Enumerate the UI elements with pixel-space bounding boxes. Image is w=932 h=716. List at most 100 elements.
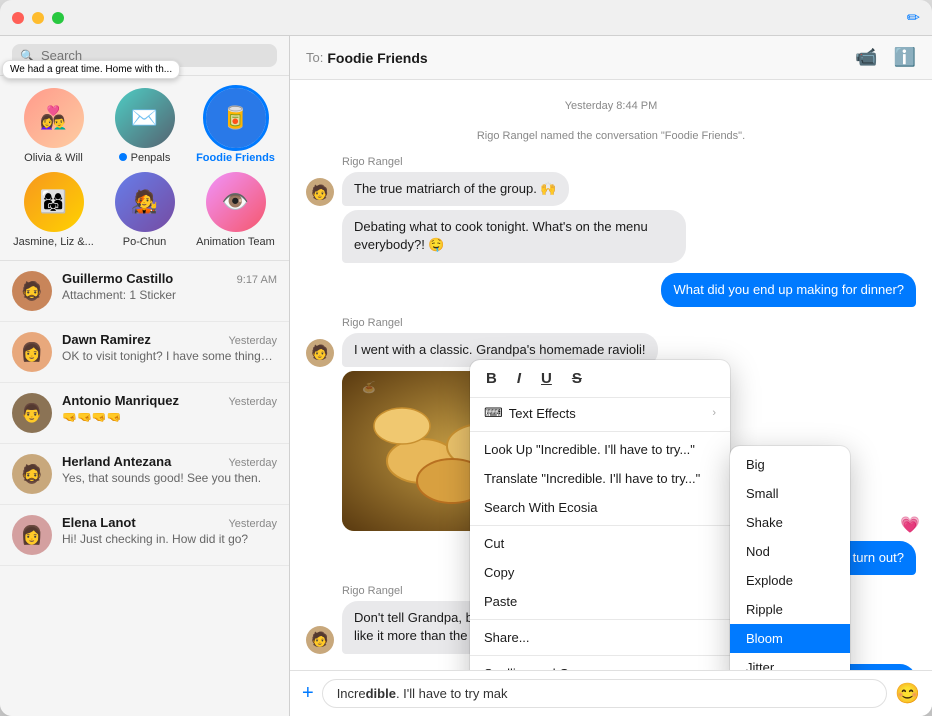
share-label: Share...	[484, 630, 530, 645]
menu-item-search-ecosia[interactable]: Search With Ecosia	[470, 493, 730, 522]
submenu-item-nod[interactable]: Nod	[730, 537, 850, 566]
conv-time-guillermo: 9:17 AM	[237, 274, 277, 286]
chat-input-area: + Incredible. I'll have to try mak 😊	[290, 670, 932, 716]
sidebar: 🔍 We had a great time. Home with th... 👩…	[0, 36, 290, 716]
conv-header-guillermo: Guillermo Castillo 9:17 AM	[62, 271, 277, 286]
conv-name-dawn: Dawn Ramirez	[62, 332, 151, 347]
menu-item-translate[interactable]: Translate "Incredible. I'll have to try.…	[470, 464, 730, 493]
conv-item-guillermo[interactable]: 🧔 Guillermo Castillo 9:17 AM Attachment:…	[0, 261, 289, 322]
format-italic-button[interactable]: I	[513, 368, 525, 389]
menu-item-text-effects[interactable]: ⌨ Text Effects ›	[470, 398, 730, 428]
avatar-herland: 🧔	[12, 454, 52, 494]
sender-name-2: Rigo Rangel	[342, 317, 916, 329]
menu-item-look-up[interactable]: Look Up "Incredible. I'll have to try...…	[470, 435, 730, 464]
context-menu-format-bar: B I U S	[470, 360, 730, 398]
text-effects-submenu: Big Small Shake Nod Explode Ripple Bloom…	[730, 446, 850, 670]
text-effects-label: Text Effects	[509, 406, 576, 421]
system-message-text: Rigo Rangel named the conversation "Food…	[306, 130, 916, 142]
chat-to-label: To:	[306, 50, 323, 65]
copy-label: Copy	[484, 565, 514, 580]
menu-item-copy[interactable]: Copy	[470, 558, 730, 587]
pinned-item-po-chun[interactable]: 🧑‍🎤 Po-Chun	[103, 172, 186, 248]
conv-info-dawn: Dawn Ramirez Yesterday OK to visit tonig…	[62, 332, 277, 363]
pinned-item-penpals[interactable]: ✉️ Penpals	[103, 88, 186, 164]
bubble-m1: The true matriarch of the group. 🙌	[342, 172, 569, 206]
menu-item-share[interactable]: Share...	[470, 623, 730, 652]
menu-item-cut[interactable]: Cut	[470, 529, 730, 558]
traffic-lights	[12, 12, 64, 24]
conv-preview-dawn: OK to visit tonight? I have some things …	[62, 349, 277, 363]
conv-info-guillermo: Guillermo Castillo 9:17 AM Attachment: 1…	[62, 271, 277, 302]
emoji-button[interactable]: 😊	[895, 681, 920, 706]
cut-label: Cut	[484, 536, 504, 551]
avatar-olivia-will: 👩‍❤️‍👨	[24, 88, 84, 148]
svg-text:🍝: 🍝	[362, 381, 376, 394]
compose-icon[interactable]: ✏	[907, 8, 920, 28]
format-bold-button[interactable]: B	[482, 368, 501, 389]
conv-time-dawn: Yesterday	[228, 335, 277, 347]
submenu-item-shake[interactable]: Shake	[730, 508, 850, 537]
system-message-time: Yesterday 8:44 PM	[306, 100, 916, 112]
pinned-item-animation-team[interactable]: 👁️ Animation Team	[194, 172, 277, 248]
pinned-item-olivia-will[interactable]: We had a great time. Home with th... 👩‍❤…	[12, 88, 95, 164]
tooltip-bubble: We had a great time. Home with th...	[2, 60, 180, 79]
pinned-label-animation-team: Animation Team	[196, 236, 275, 248]
pinned-label-jasmine-liz: Jasmine, Liz &...	[13, 236, 94, 248]
submenu-item-jitter[interactable]: Jitter	[730, 653, 850, 670]
conv-header-dawn: Dawn Ramirez Yesterday	[62, 332, 277, 347]
menu-item-spelling[interactable]: Spelling and Grammar ›	[470, 659, 730, 670]
conv-name-herland: Herland Antezana	[62, 454, 171, 469]
conv-item-elena[interactable]: 👩 Elena Lanot Yesterday Hi! Just checkin…	[0, 505, 289, 566]
conv-time-herland: Yesterday	[228, 457, 277, 469]
minimize-button[interactable]	[32, 12, 44, 24]
pinned-label-penpals: Penpals	[119, 152, 171, 164]
video-call-icon[interactable]: 📹	[855, 47, 877, 68]
conv-preview-antonio: 🤜🤜🤜🤜	[62, 410, 277, 424]
conv-name-elena: Elena Lanot	[62, 515, 136, 530]
conv-item-antonio[interactable]: 👨 Antonio Manriquez Yesterday 🤜🤜🤜🤜	[0, 383, 289, 444]
fullscreen-button[interactable]	[52, 12, 64, 24]
submenu-item-ripple[interactable]: Ripple	[730, 595, 850, 624]
pinned-item-jasmine-liz[interactable]: 👩‍👩‍👧 Jasmine, Liz &...	[12, 172, 95, 248]
chat-area: To: Foodie Friends 📹 ℹ️ Yesterday 8:44 P…	[290, 36, 932, 716]
menu-item-paste[interactable]: Paste	[470, 587, 730, 616]
submenu-item-small[interactable]: Small	[730, 479, 850, 508]
avatar-dawn: 👩	[12, 332, 52, 372]
pinned-item-foodie-friends[interactable]: 🥫 Foodie Friends	[194, 88, 277, 164]
message-row-m3: What did you end up making for dinner?	[306, 273, 916, 307]
spelling-label: Spelling and Grammar	[484, 666, 614, 670]
message-input-wrapper[interactable]: Incredible. I'll have to try mak	[322, 679, 887, 708]
conv-info-herland: Herland Antezana Yesterday Yes, that sou…	[62, 454, 277, 485]
pinned-conversations-grid: We had a great time. Home with th... 👩‍❤…	[0, 76, 289, 261]
info-icon[interactable]: ℹ️	[894, 47, 916, 68]
menu-separator-3	[470, 619, 730, 620]
chat-title-area: To: Foodie Friends	[306, 50, 428, 66]
submenu-item-big[interactable]: Big	[730, 450, 850, 479]
avatar-rigo-2: 🧑	[306, 339, 334, 367]
chat-header: To: Foodie Friends 📹 ℹ️	[290, 36, 932, 80]
submenu-item-explode[interactable]: Explode	[730, 566, 850, 595]
conv-item-dawn[interactable]: 👩 Dawn Ramirez Yesterday OK to visit ton…	[0, 322, 289, 383]
avatar-foodie-friends: 🥫	[206, 88, 266, 148]
pinned-label-foodie-friends: Foodie Friends	[196, 152, 275, 164]
avatar-antonio: 👨	[12, 393, 52, 433]
conv-header-elena: Elena Lanot Yesterday	[62, 515, 277, 530]
chat-group-name: Foodie Friends	[327, 50, 427, 66]
chevron-spelling-icon: ›	[712, 668, 716, 671]
submenu-item-bloom[interactable]: Bloom	[730, 624, 850, 653]
context-menu: B I U S ⌨ Text Effects › Look Up "Inc	[470, 360, 730, 670]
message-row-m2: Debating what to cook tonight. What's on…	[342, 210, 916, 262]
paste-label: Paste	[484, 594, 517, 609]
avatar-guillermo: 🧔	[12, 271, 52, 311]
add-button[interactable]: +	[302, 682, 314, 705]
format-underline-button[interactable]: U	[537, 368, 556, 389]
heart-reaction: 💗	[900, 515, 920, 535]
look-up-label: Look Up "Incredible. I'll have to try...…	[484, 442, 695, 457]
close-button[interactable]	[12, 12, 24, 24]
format-strikethrough-button[interactable]: S	[568, 368, 586, 389]
chevron-right-icon: ›	[712, 407, 716, 419]
text-effects-icon: ⌨	[484, 405, 503, 421]
conversation-list: 🧔 Guillermo Castillo 9:17 AM Attachment:…	[0, 261, 289, 716]
conv-item-herland[interactable]: 🧔 Herland Antezana Yesterday Yes, that s…	[0, 444, 289, 505]
context-menu-overlay: B I U S ⌨ Text Effects › Look Up "Inc	[470, 360, 730, 670]
